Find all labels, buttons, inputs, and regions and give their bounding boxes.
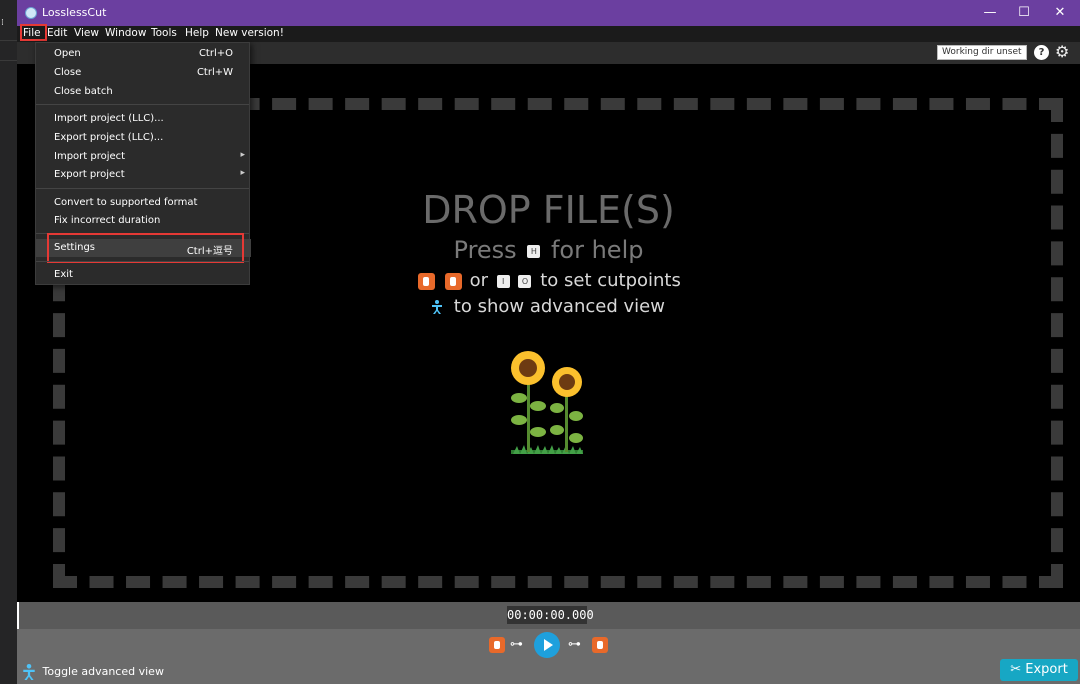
for-help-text: for help <box>550 236 644 264</box>
menu-item-exit[interactable]: Exit <box>36 266 251 284</box>
set-cutpoints-text: to set cutpoints <box>540 270 681 291</box>
menu-item-close[interactable]: Close Ctrl+W <box>36 64 251 82</box>
menu-separator <box>36 188 249 189</box>
menu-bar: File Edit View Window Tools Help New ver… <box>17 24 1080 42</box>
menu-item-label: Convert to supported format <box>54 197 198 208</box>
menu-item-label: Import project (LLC)... <box>54 113 164 124</box>
menu-item-export-llc[interactable]: Export project (LLC)... <box>36 129 251 147</box>
menu-item-label: Fix incorrect duration <box>54 215 161 226</box>
menu-item-label: Export project (LLC)... <box>54 132 164 143</box>
menu-item-label: Export project <box>54 169 125 180</box>
menu-item-convert[interactable]: Convert to supported format <box>36 194 251 212</box>
set-cut-end-button[interactable] <box>592 637 608 653</box>
submenu-arrow-icon: ▸ <box>240 150 245 160</box>
submenu-arrow-icon: ▸ <box>240 168 245 178</box>
menu-item-label: Close batch <box>54 86 113 97</box>
timeline[interactable]: 00:00:00.000 <box>17 602 1080 629</box>
menu-item-open[interactable]: Open Ctrl+O <box>36 45 251 63</box>
menu-new-version[interactable]: New version! <box>215 27 284 39</box>
maximize-button[interactable]: ☐ <box>1007 0 1041 26</box>
menu-item-import-project[interactable]: Import project ▸ <box>36 148 251 166</box>
app-title: LosslessCut <box>42 6 107 19</box>
menu-item-fix-duration[interactable]: Fix incorrect duration <box>36 212 251 230</box>
press-text: Press <box>453 236 517 264</box>
jump-start-key-icon[interactable]: ⊶ <box>510 637 523 652</box>
timecode-display[interactable]: 00:00:00.000 <box>507 606 594 624</box>
menu-item-close-batch[interactable]: Close batch <box>36 83 251 101</box>
sunflower-icon <box>511 351 583 454</box>
or-text: or <box>469 270 488 291</box>
strip-divider <box>0 60 17 61</box>
strip-divider <box>0 40 17 41</box>
menu-tools[interactable]: Tools <box>151 27 177 39</box>
menu-item-shortcut: Ctrl+O <box>198 48 233 59</box>
playback-controls: ⊶ ⊶ Toggle advanced view ✂ Export <box>17 629 1080 684</box>
settings-highlight <box>47 233 244 263</box>
cut-start-icon <box>418 272 436 290</box>
export-button[interactable]: ✂ Export <box>1000 659 1078 681</box>
strip-glyph: ⁞ <box>1 18 4 28</box>
menu-edit[interactable]: Edit <box>47 27 67 39</box>
menu-help[interactable]: Help <box>185 27 209 39</box>
menu-item-export-project[interactable]: Export project ▸ <box>36 166 251 184</box>
timeline-cursor <box>17 602 19 629</box>
close-window-button[interactable]: ✕ <box>1043 0 1077 26</box>
advanced-hint: to show advanced view <box>17 296 1080 317</box>
menu-view[interactable]: View <box>74 27 99 39</box>
menu-separator <box>36 104 249 105</box>
menu-item-import-llc[interactable]: Import project (LLC)... <box>36 110 251 128</box>
help-button[interactable]: ? <box>1034 45 1049 60</box>
menu-item-label: Open <box>54 48 81 59</box>
title-bar: LosslessCut — ☐ ✕ <box>17 0 1080 26</box>
toggle-advanced-label: Toggle advanced view <box>42 665 164 678</box>
file-menu-dropdown: Open Ctrl+O Close Ctrl+W Close batch Imp… <box>35 42 251 285</box>
advanced-view-icon <box>23 664 35 680</box>
toggle-advanced-button[interactable]: Toggle advanced view <box>23 664 164 680</box>
show-advanced-text: to show advanced view <box>453 296 665 317</box>
scissors-icon: ✂ <box>1010 662 1022 677</box>
advanced-view-icon <box>432 300 443 314</box>
gear-icon[interactable]: ⚙ <box>1055 42 1069 61</box>
working-dir-button[interactable]: Working dir unset <box>937 45 1027 60</box>
set-cut-start-button[interactable] <box>489 637 505 653</box>
help-key: H <box>527 244 541 258</box>
key-i: I <box>496 274 510 288</box>
menu-item-label: Exit <box>54 269 73 280</box>
menu-item-shortcut: Ctrl+W <box>196 67 233 78</box>
jump-end-key-icon[interactable]: ⊶ <box>568 637 581 652</box>
cut-end-icon <box>444 272 462 290</box>
menu-window[interactable]: Window <box>105 27 146 39</box>
export-label: Export <box>1025 662 1068 677</box>
background-editor-strip: ⁞ <box>0 0 18 684</box>
app-logo-icon <box>25 7 37 19</box>
menu-item-label: Import project <box>54 151 126 162</box>
minimize-button[interactable]: — <box>973 0 1007 26</box>
menu-item-label: Close <box>54 67 82 78</box>
menu-separator <box>36 261 249 262</box>
key-o: O <box>518 274 532 288</box>
play-button[interactable] <box>534 632 560 658</box>
app-window: LosslessCut — ☐ ✕ File Edit View Window … <box>17 0 1080 684</box>
menu-file[interactable]: File <box>23 27 41 39</box>
